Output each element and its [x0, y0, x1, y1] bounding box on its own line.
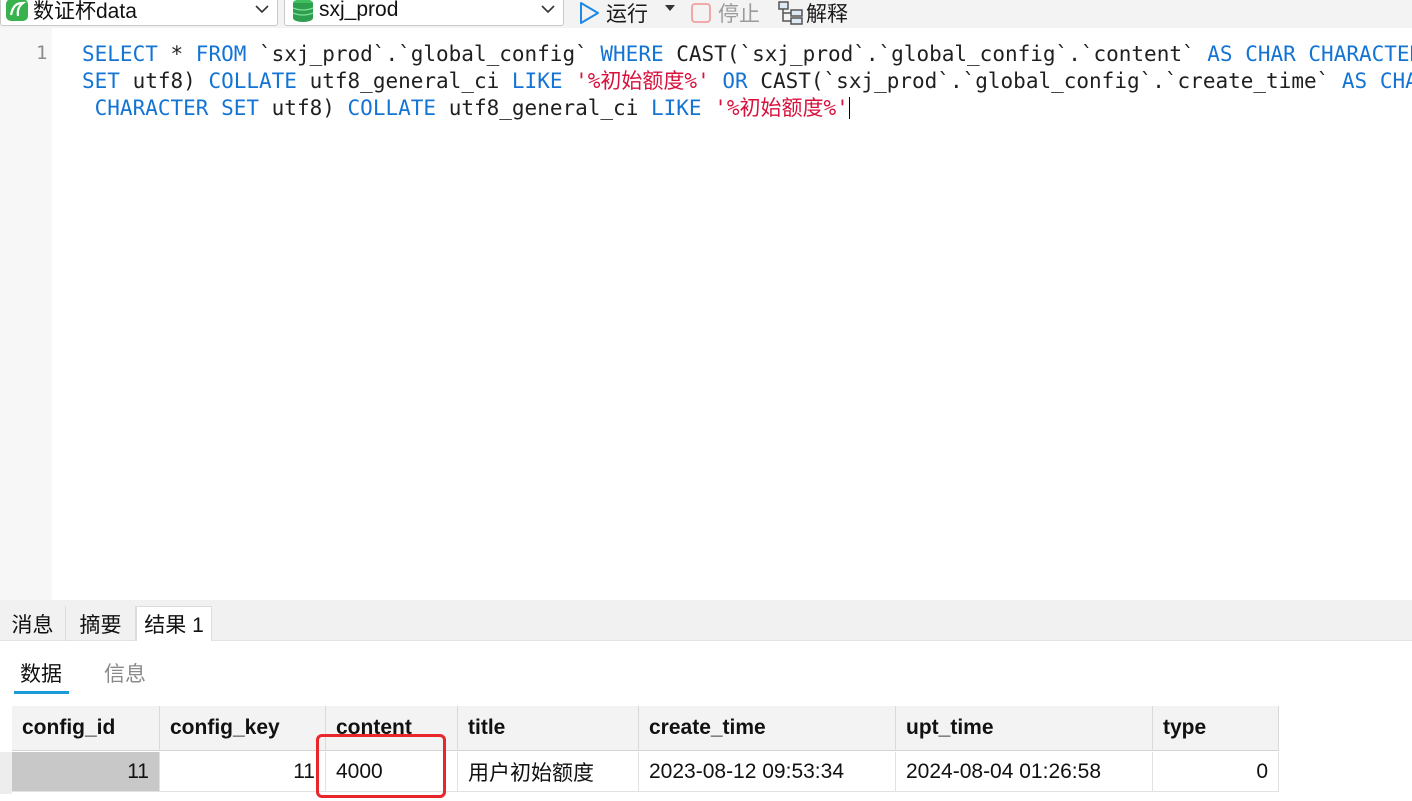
sql-string: '%初始额度%' [714, 96, 849, 120]
table-cell[interactable]: 2024-08-04 01:26:58 [896, 752, 1153, 792]
run-label: 运行 [606, 3, 648, 26]
text-caret [848, 97, 850, 119]
result-tabbar: 消息 摘要 结果 1 [0, 600, 1412, 641]
sql-text: utf8_general_ci [436, 96, 651, 120]
sql-text: CAST(`sxj_prod`.`global_config`.`create_… [747, 69, 1342, 93]
sql-keyword: OR [722, 69, 748, 93]
connection-label: 数证杯data [33, 0, 137, 23]
sql-text: * [157, 42, 196, 66]
sql-keyword: COLLATE [208, 69, 297, 93]
table-cell[interactable]: 2023-08-12 09:53:34 [639, 752, 896, 792]
explain-label: 解释 [806, 3, 848, 26]
code-line-1: SELECT * FROM `sxj_prod`.`global_config`… [82, 41, 1412, 67]
sql-keyword: FROM [195, 42, 247, 66]
database-label: sxj_prod [319, 0, 399, 21]
stop-label: 停止 [718, 3, 760, 26]
table-cell[interactable]: 11 [160, 752, 326, 792]
tab-label: 结果 1 [144, 614, 204, 637]
subtab-data[interactable]: 数据 [20, 658, 62, 688]
stop-button[interactable]: 停止 [690, 0, 760, 28]
sql-keyword: AS CHAR [1341, 69, 1412, 93]
result-panel: 消息 摘要 结果 1 数据 信息 config_id config_key co… [0, 600, 1412, 801]
run-dropdown-button[interactable] [664, 4, 676, 12]
active-subtab-indicator [14, 691, 69, 694]
sql-text: `sxj_prod`.`global_config` [246, 42, 601, 66]
caret-down-icon [664, 4, 676, 12]
column-header[interactable]: config_id [12, 706, 160, 751]
column-header[interactable]: title [458, 706, 639, 751]
column-header[interactable]: type [1153, 706, 1279, 751]
sql-text: utf8) [119, 69, 209, 93]
table-cell[interactable]: 0 [1153, 752, 1279, 792]
column-header[interactable]: create_time [639, 706, 896, 751]
sql-keyword: LIKE [511, 69, 563, 93]
connection-select[interactable]: 数证杯data [0, 0, 278, 26]
table-cell[interactable]: 11 [12, 752, 160, 792]
sql-keyword: SET [82, 69, 120, 93]
explain-icon [778, 1, 804, 25]
play-icon [578, 1, 600, 25]
code-line-2: SET utf8) COLLATE utf8_general_ci LIKE '… [82, 68, 1412, 94]
sql-text: utf8_general_ci [296, 69, 512, 93]
tab-result-1[interactable]: 结果 1 [136, 606, 212, 641]
chevron-down-icon[interactable] [541, 1, 555, 19]
database-select[interactable]: sxj_prod [284, 0, 564, 26]
sql-string: '%初始额度%' [575, 69, 710, 93]
toolbar: 数证杯data sxj_prod 运行 停止 解释 [0, 0, 1412, 28]
database-icon [291, 0, 315, 23]
annotation-highlight-box [316, 734, 446, 798]
tab-summary[interactable]: 摘要 [66, 606, 136, 641]
run-button[interactable]: 运行 [578, 0, 648, 28]
explain-button[interactable]: 解释 [778, 0, 848, 28]
connection-icon [5, 0, 29, 23]
stop-icon [690, 2, 712, 24]
sql-keyword: WHERE [600, 42, 664, 66]
sql-keyword: SELECT [82, 42, 158, 66]
tab-label: 消息 [11, 613, 54, 637]
tab-messages[interactable]: 消息 [0, 606, 66, 641]
result-grid[interactable]: config_id config_key content title creat… [12, 706, 1279, 794]
sql-code[interactable]: SELECT * FROM `sxj_prod`.`global_config`… [0, 28, 1412, 600]
column-header[interactable]: upt_time [896, 706, 1153, 751]
sql-keyword: AS CHAR CHARACTER [1207, 42, 1412, 66]
sql-text: utf8) [259, 96, 348, 120]
sql-keyword: LIKE [650, 96, 702, 120]
sql-editor[interactable]: 1 SELECT * FROM `sxj_prod`.`global_confi… [0, 28, 1412, 600]
tab-label: 摘要 [79, 613, 122, 637]
sql-keyword: CHARACTER SET [82, 96, 260, 120]
subtab-info[interactable]: 信息 [104, 658, 146, 688]
sql-keyword: COLLATE [347, 96, 437, 120]
sql-text: CAST(`sxj_prod`.`global_config`.`content… [663, 42, 1208, 66]
row-selector[interactable] [0, 752, 12, 794]
table-cell[interactable]: 用户初始额度 [458, 752, 639, 792]
code-line-3: CHARACTER SET utf8) COLLATE utf8_general… [82, 95, 850, 121]
chevron-down-icon[interactable] [255, 1, 269, 19]
column-header[interactable]: config_key [160, 706, 326, 751]
